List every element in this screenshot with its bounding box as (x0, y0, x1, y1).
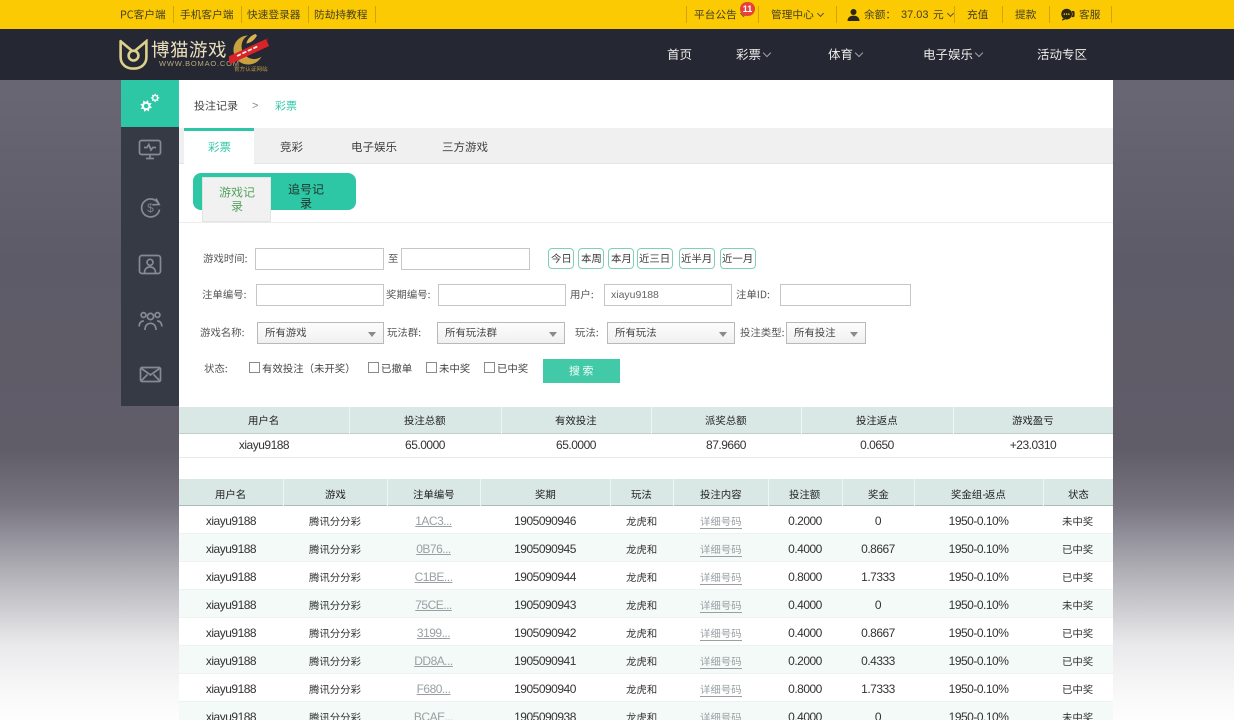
svg-text:$: $ (147, 201, 154, 215)
